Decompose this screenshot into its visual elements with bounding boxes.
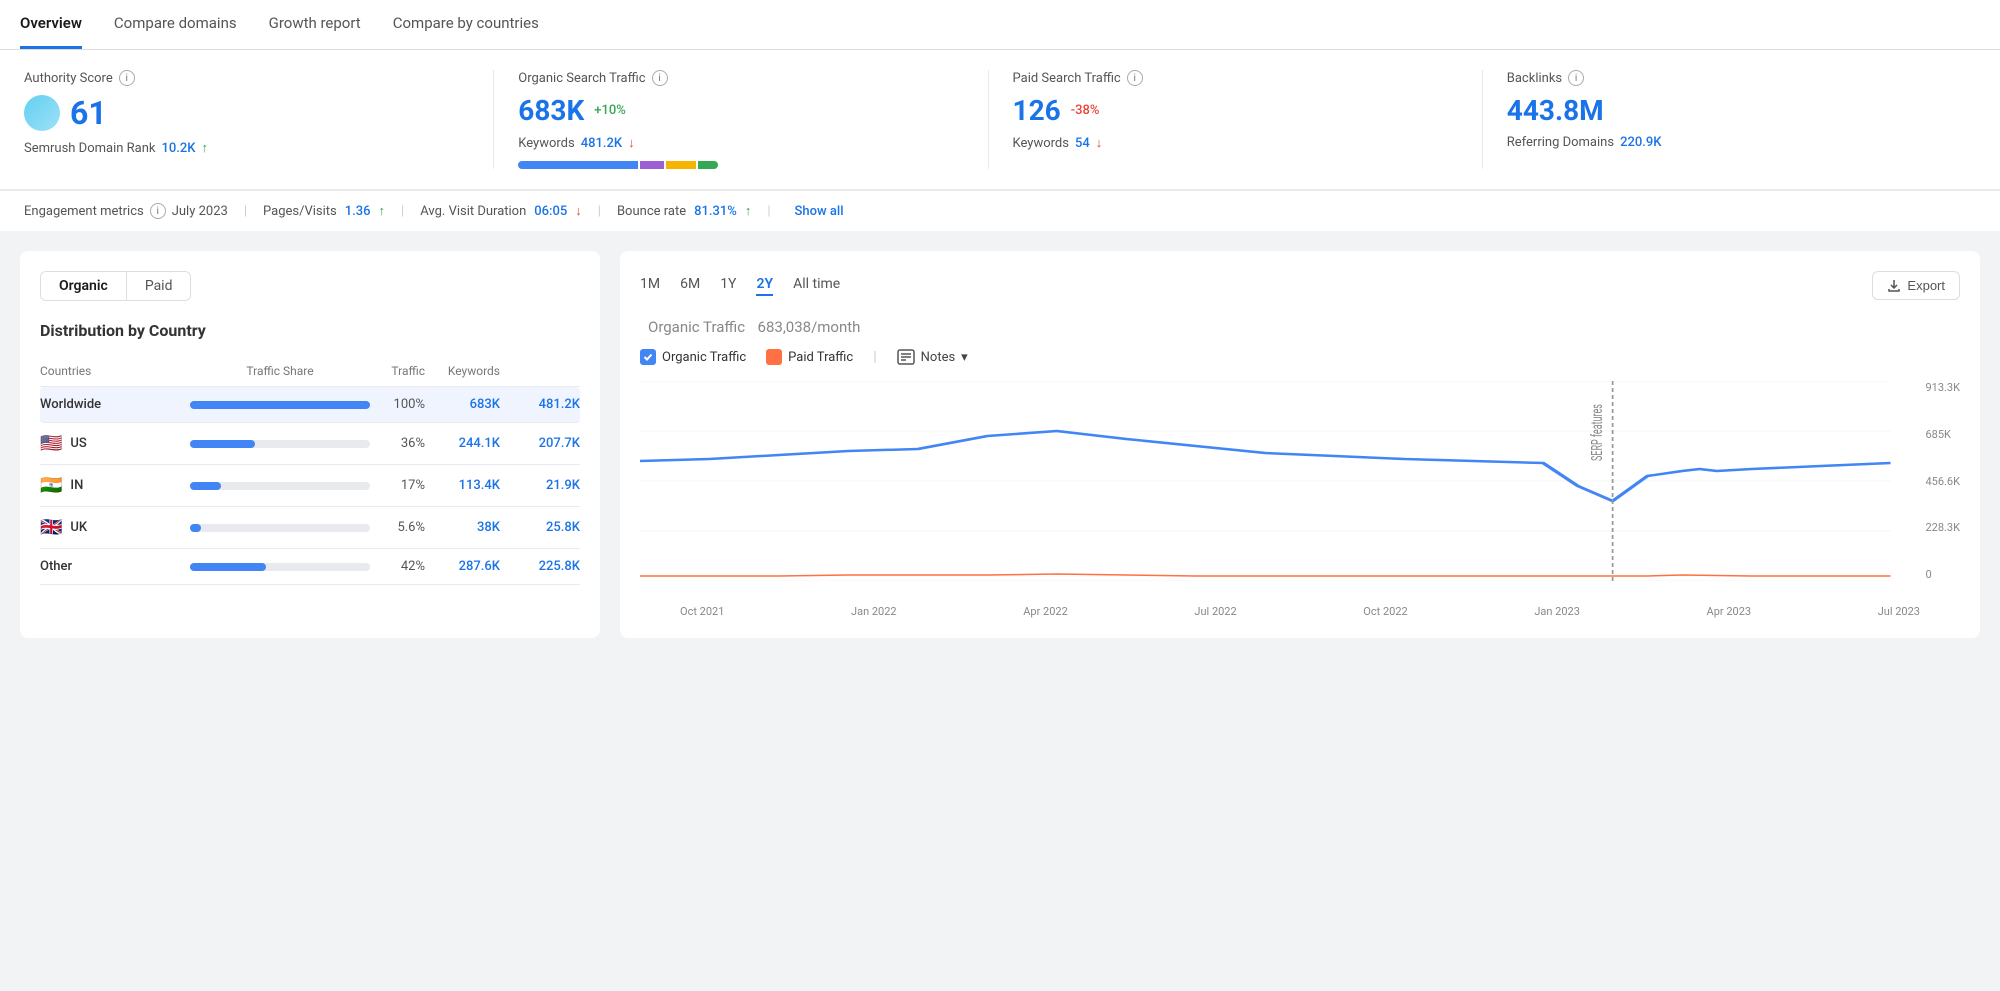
legend-organic: Organic Traffic bbox=[640, 349, 746, 365]
table-row-other[interactable]: Other 42% 287.6K 225.8K bbox=[40, 549, 580, 585]
engagement-info-icon[interactable]: i bbox=[150, 203, 166, 219]
table-header: Countries Traffic Share Traffic Keywords bbox=[40, 356, 580, 387]
time-tabs: 1M 6M 1Y 2Y All time bbox=[640, 276, 840, 296]
distribution-title: Distribution by Country bbox=[40, 321, 580, 340]
keyword-bar-1 bbox=[518, 161, 638, 169]
separator-4: | bbox=[767, 204, 770, 219]
bar-us bbox=[190, 440, 370, 448]
keyword-bar-4 bbox=[698, 161, 718, 169]
authority-score-sub: Semrush Domain Rank 10.2K ↑ bbox=[24, 140, 469, 156]
authority-score-label: Authority Score i bbox=[24, 70, 469, 86]
avg-visit-arrow: ↓ bbox=[575, 203, 582, 219]
organic-search-value: 683K +10% bbox=[518, 94, 963, 127]
chart-title: Organic Traffic 683,038/month bbox=[640, 316, 1960, 337]
organic-search-label: Organic Search Traffic i bbox=[518, 70, 963, 86]
country-other: Other bbox=[40, 559, 190, 574]
country-us: 🇺🇸 US bbox=[40, 433, 190, 454]
arrow-up-icon: ↑ bbox=[202, 140, 209, 156]
table-row-worldwide[interactable]: Worldwide 100% 683K 481.2K bbox=[40, 387, 580, 423]
paid-search-label: Paid Search Traffic i bbox=[1013, 70, 1458, 86]
tab-compare-countries[interactable]: Compare by countries bbox=[393, 0, 539, 49]
chart-controls: 1M 6M 1Y 2Y All time Export bbox=[640, 271, 1960, 300]
bar-worldwide bbox=[190, 401, 370, 409]
backlinks-value: 443.8M bbox=[1507, 94, 1952, 127]
separator-1: | bbox=[244, 204, 247, 219]
country-in: 🇮🇳 IN bbox=[40, 475, 190, 496]
arrow-down-icon-2: ↓ bbox=[1096, 135, 1103, 151]
organic-line bbox=[640, 431, 1891, 501]
toggle-organic[interactable]: Organic bbox=[41, 272, 127, 300]
x-axis-labels: Oct 2021 Jan 2022 Apr 2022 Jul 2022 Oct … bbox=[640, 601, 1960, 618]
authority-score-value: 61 bbox=[24, 94, 469, 132]
export-icon bbox=[1887, 279, 1901, 293]
engagement-label: Engagement metrics i July 2023 bbox=[24, 203, 228, 219]
time-tab-1y[interactable]: 1Y bbox=[720, 276, 736, 296]
keyword-bar-2 bbox=[640, 161, 664, 169]
table-row-uk[interactable]: 🇬🇧 UK 5.6% 38K 25.8K bbox=[40, 507, 580, 549]
bar-other bbox=[190, 563, 370, 571]
paid-search-value: 126 -38% bbox=[1013, 94, 1458, 127]
table-row-us[interactable]: 🇺🇸 US 36% 244.1K 207.7K bbox=[40, 423, 580, 465]
main-content: Organic Paid Distribution by Country Cou… bbox=[0, 231, 2000, 658]
organic-search-card: Organic Search Traffic i 683K +10% Keywo… bbox=[494, 70, 988, 169]
organic-keywords-sub: Keywords 481.2K ↓ bbox=[518, 135, 963, 151]
pages-visits-arrow: ↑ bbox=[379, 203, 386, 219]
backlinks-card: Backlinks i 443.8M Referring Domains 220… bbox=[1483, 70, 1976, 169]
left-panel: Organic Paid Distribution by Country Cou… bbox=[20, 251, 600, 638]
engagement-bar: Engagement metrics i July 2023 | Pages/V… bbox=[0, 190, 2000, 231]
time-tab-2y[interactable]: 2Y bbox=[756, 276, 773, 296]
time-tab-1m[interactable]: 1M bbox=[640, 276, 660, 296]
nav-tabs: Overview Compare domains Growth report C… bbox=[0, 0, 2000, 50]
chart-area: SERP features 913.3K 685K 456.6K 228.3K … bbox=[640, 381, 1960, 601]
toggle-tabs: Organic Paid bbox=[40, 271, 191, 301]
organic-check-icon bbox=[640, 349, 656, 365]
right-panel: 1M 6M 1Y 2Y All time Export Organic Traf… bbox=[620, 251, 1980, 638]
score-circle-icon bbox=[24, 95, 60, 131]
paid-check-icon bbox=[766, 349, 782, 365]
time-tab-6m[interactable]: 6M bbox=[680, 276, 700, 296]
legend-paid: Paid Traffic bbox=[766, 349, 853, 365]
authority-info-icon[interactable]: i bbox=[119, 70, 135, 86]
tab-growth-report[interactable]: Growth report bbox=[269, 0, 361, 49]
paid-info-icon[interactable]: i bbox=[1127, 70, 1143, 86]
serp-label: SERP features bbox=[1589, 404, 1607, 461]
y-axis-labels: 913.3K 685K 456.6K 228.3K 0 bbox=[1925, 381, 1960, 581]
backlinks-info-icon[interactable]: i bbox=[1568, 70, 1584, 86]
table-row-in[interactable]: 🇮🇳 IN 17% 113.4K 21.9K bbox=[40, 465, 580, 507]
notes-button[interactable]: Notes ▾ bbox=[897, 349, 968, 365]
metrics-bar: Authority Score i 61 Semrush Domain Rank… bbox=[0, 50, 2000, 190]
time-tab-alltime[interactable]: All time bbox=[793, 276, 840, 296]
separator-2: | bbox=[401, 204, 404, 219]
tab-compare-domains[interactable]: Compare domains bbox=[114, 0, 237, 49]
backlinks-sub: Referring Domains 220.9K bbox=[1507, 135, 1952, 150]
bar-uk bbox=[190, 524, 370, 532]
paid-search-card: Paid Search Traffic i 126 -38% Keywords … bbox=[989, 70, 1483, 169]
export-button[interactable]: Export bbox=[1872, 271, 1960, 300]
legend-separator: | bbox=[873, 349, 876, 365]
show-all-link[interactable]: Show all bbox=[795, 204, 844, 219]
paid-line bbox=[640, 574, 1891, 576]
notes-icon bbox=[897, 349, 915, 365]
organic-info-icon[interactable]: i bbox=[652, 70, 668, 86]
paid-keywords-sub: Keywords 54 ↓ bbox=[1013, 135, 1458, 151]
chart-svg: SERP features bbox=[640, 381, 1960, 581]
separator-3: | bbox=[598, 204, 601, 219]
chart-legend: Organic Traffic Paid Traffic | Notes ▾ bbox=[640, 349, 1960, 365]
country-uk: 🇬🇧 UK bbox=[40, 517, 190, 538]
arrow-down-icon: ↓ bbox=[628, 135, 635, 151]
authority-score-card: Authority Score i 61 Semrush Domain Rank… bbox=[24, 70, 494, 169]
bounce-arrow: ↑ bbox=[745, 203, 752, 219]
bar-in bbox=[190, 482, 370, 490]
tab-overview[interactable]: Overview bbox=[20, 0, 82, 49]
keyword-distribution-bars bbox=[518, 161, 718, 169]
toggle-paid[interactable]: Paid bbox=[127, 272, 191, 300]
keyword-bar-3 bbox=[666, 161, 696, 169]
country-worldwide: Worldwide bbox=[40, 397, 190, 412]
backlinks-label: Backlinks i bbox=[1507, 70, 1952, 86]
